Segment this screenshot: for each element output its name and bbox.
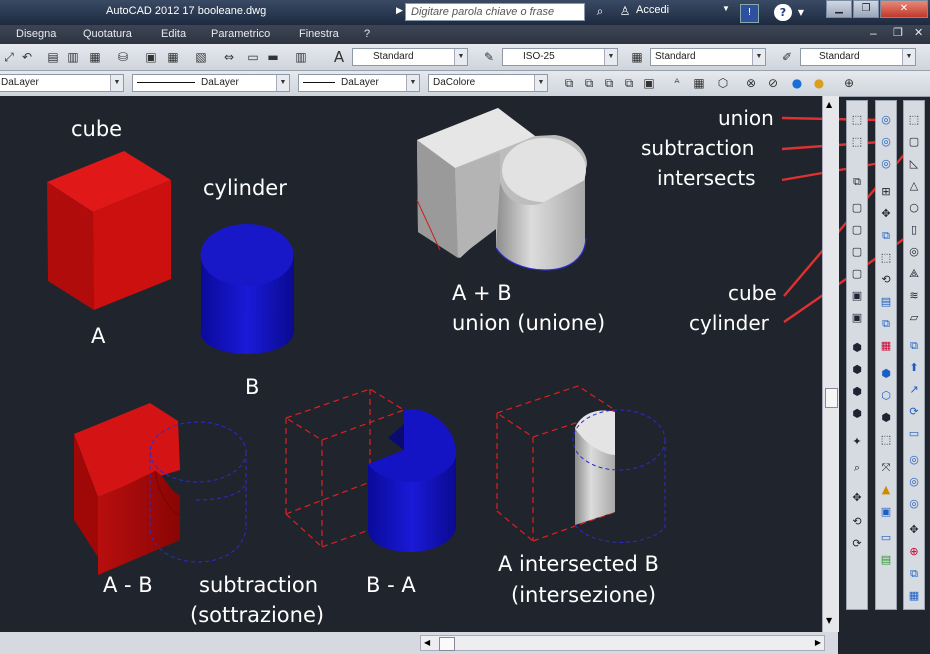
color-edges-icon[interactable]: ⬡ (879, 389, 893, 403)
callout-intersects: intersects (657, 166, 756, 190)
polysolid-icon[interactable]: ⬚ (907, 113, 921, 127)
label-a-minus-b: A - B (103, 573, 153, 597)
intersect-icon[interactable]: ◎ (879, 157, 893, 171)
imprint-icon[interactable]: ⬢ (879, 411, 893, 425)
cylinder-icon[interactable]: ▯ (907, 223, 921, 237)
color-faces-icon[interactable]: ▦ (879, 339, 893, 353)
union-icon[interactable]: ◎ (879, 113, 893, 127)
planar-surface-icon[interactable]: ▱ (907, 311, 921, 325)
callout-subtraction: subtraction (641, 136, 755, 160)
callout-union: union (718, 106, 774, 130)
scroll-right-icon[interactable]: ▶ (815, 638, 821, 647)
separate-icon[interactable]: ⤧ (879, 461, 893, 475)
label-sottrazione: (sottrazione) (190, 603, 325, 627)
label-union-line1: A + B (452, 281, 512, 305)
orbit-icon[interactable]: ✥ (850, 491, 864, 505)
cylinder-solid-b (200, 224, 294, 354)
sphere-icon[interactable]: ○ (907, 201, 921, 215)
iso-view-icon[interactable]: ⬢ (850, 341, 864, 355)
3d-align-icon[interactable]: ⧉ (907, 567, 921, 581)
helix-icon[interactable]: ≋ (907, 289, 921, 303)
union-solid (416, 108, 587, 271)
taper-faces-icon[interactable]: ▤ (879, 295, 893, 309)
scroll-left-icon[interactable]: ◀ (424, 638, 430, 647)
label-b-minus-a: B - A (366, 573, 416, 597)
label-b: B (245, 375, 260, 399)
view-cube-icon[interactable]: ▣ (850, 289, 864, 303)
offset-faces-icon[interactable]: ⧉ (879, 229, 893, 243)
view-cube-icon[interactable]: ▣ (850, 311, 864, 325)
scroll-up-icon[interactable]: ▲ (826, 100, 832, 109)
zoom-icon[interactable]: ⌕ (850, 461, 864, 475)
camera-icon[interactable]: ✦ (850, 435, 864, 449)
cube-solid-a (47, 151, 171, 310)
iso-view-icon[interactable]: ⬢ (850, 385, 864, 399)
modeling-toolbar-1: ⬚ ⬚ ⧉ ▢ ▢ ▢ ▢ ▣ ▣ ⬢ ⬢ ⬢ ⬢ ✦ ⌕ ✥ ⟲ ⟳ (846, 100, 868, 610)
modeling-toolbar-2: ◎ ◎ ◎ ⊞ ✥ ⧉ ⬚ ⟲ ▤ ⧉ ▦ ⬢ ⬡ ⬢ ⬚ ⤧ ▲ ▣ ▭ ▤ (875, 100, 897, 610)
extrude-faces-icon[interactable]: ⊞ (879, 185, 893, 199)
horizontal-scroll-track[interactable]: ◀ ▶ (420, 635, 825, 651)
label-union-line2: union (unione) (452, 311, 606, 335)
intersect-icon[interactable]: ◎ (907, 497, 921, 511)
cylinder-cut-b-minus-a (368, 409, 456, 552)
view-cube-icon[interactable]: ▢ (850, 201, 864, 215)
clean-icon[interactable]: ⬚ (879, 433, 893, 447)
view-cube-icon[interactable]: ▢ (850, 223, 864, 237)
extrude-icon[interactable]: ⧉ (850, 175, 864, 189)
sweep-icon[interactable]: ↗ (907, 383, 921, 397)
iso-view-icon[interactable]: ⬢ (850, 363, 864, 377)
vertical-scroll-thumb[interactable] (825, 388, 838, 408)
horizontal-scroll-thumb[interactable] (439, 637, 455, 651)
subtraction-a-minus-b (74, 403, 247, 575)
box-icon[interactable]: ⬚ (850, 135, 864, 149)
section-icon[interactable]: ▭ (879, 531, 893, 545)
wedge-icon[interactable]: ◺ (907, 157, 921, 171)
label-intersect-line2: (intersezione) (511, 583, 657, 607)
3d-rotate-icon[interactable]: ⊕ (907, 545, 921, 559)
flatshot-icon[interactable]: ▤ (879, 553, 893, 567)
loft-icon[interactable]: ▭ (907, 427, 921, 441)
vertical-scrollbar[interactable]: ▲ ▼ (822, 96, 839, 632)
torus-icon[interactable]: ◎ (907, 245, 921, 259)
3d-array-icon[interactable]: ▦ (907, 589, 921, 603)
check-icon[interactable]: ▣ (879, 505, 893, 519)
subtract-icon[interactable]: ◎ (879, 135, 893, 149)
orbit-free-icon[interactable]: ⟲ (850, 515, 864, 529)
revolve-icon[interactable]: ⟳ (907, 405, 921, 419)
presspull-icon[interactable]: ⬆ (907, 361, 921, 375)
move-faces-icon[interactable]: ✥ (879, 207, 893, 221)
union-icon[interactable]: ◎ (907, 453, 921, 467)
view-cube-icon[interactable]: ▢ (850, 267, 864, 281)
extrude-icon[interactable]: ⧉ (907, 339, 921, 353)
scroll-down-icon[interactable]: ▼ (826, 616, 832, 625)
iso-view-icon[interactable]: ⬢ (850, 407, 864, 421)
shell-icon[interactable]: ▲ (879, 483, 893, 497)
callout-cylinder: cylinder (689, 311, 769, 335)
horizontal-scrollbar[interactable]: ◀ ▶ (0, 632, 838, 654)
intersection-solid (572, 409, 666, 543)
label-cube: cube (71, 117, 123, 141)
callout-cube: cube (728, 281, 777, 305)
label-cylinder: cylinder (203, 176, 287, 200)
rotate-faces-icon[interactable]: ⟲ (879, 273, 893, 287)
copy-edges-icon[interactable]: ⬢ (879, 367, 893, 381)
box-icon[interactable]: ▢ (907, 135, 921, 149)
label-subtraction: subtraction (199, 573, 319, 597)
modeling-toolbar-3: ⬚ ▢ ◺ △ ○ ▯ ◎ ⟁ ≋ ▱ ⧉ ⬆ ↗ ⟳ ▭ ◎ ◎ ◎ ✥ ⊕ … (903, 100, 925, 610)
pyramid-icon[interactable]: ⟁ (907, 267, 921, 281)
subtract-icon[interactable]: ◎ (907, 475, 921, 489)
view-cube-icon[interactable]: ▢ (850, 245, 864, 259)
delete-faces-icon[interactable]: ⬚ (879, 251, 893, 265)
3d-move-icon[interactable]: ✥ (907, 523, 921, 537)
orbit-continuous-icon[interactable]: ⟳ (850, 537, 864, 551)
cone-icon[interactable]: △ (907, 179, 921, 193)
copy-faces-icon[interactable]: ⧉ (879, 317, 893, 331)
label-intersect-line1: A intersected B (498, 552, 659, 576)
label-a: A (91, 324, 106, 348)
polysolid-icon[interactable]: ⬚ (850, 113, 864, 127)
